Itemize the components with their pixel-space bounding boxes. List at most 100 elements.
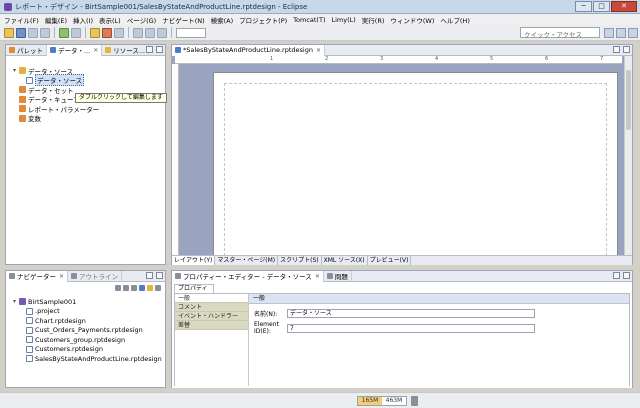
category-general[interactable]: 一般 bbox=[175, 294, 248, 303]
back-icon[interactable] bbox=[133, 27, 143, 38]
tree-item-file[interactable]: Chart.rptdesign bbox=[12, 316, 165, 326]
report-page[interactable] bbox=[213, 72, 618, 255]
run-report-icon[interactable] bbox=[59, 27, 69, 38]
tree-item-project[interactable]: ▾ BirtSample001 bbox=[12, 297, 165, 307]
report-editor: *SalesByStateAndProductLine.rptdesign ✕ … bbox=[171, 44, 633, 265]
tree-item-variables[interactable]: 変数 bbox=[12, 114, 165, 123]
nav-icon[interactable] bbox=[157, 27, 167, 38]
tab-layout[interactable]: レイアウト(Y) bbox=[172, 256, 216, 265]
minimize-panel-icon[interactable] bbox=[146, 272, 153, 279]
new-icon[interactable] bbox=[4, 27, 14, 38]
layout-canvas[interactable]: 1 2 3 4 5 6 7 bbox=[172, 56, 632, 255]
category-event-handler[interactable]: イベント・ハンドラー bbox=[175, 312, 248, 321]
open-perspective-icon[interactable] bbox=[604, 28, 614, 38]
close-tab-icon[interactable]: ✕ bbox=[316, 47, 321, 54]
maximize-panel-icon[interactable] bbox=[156, 272, 163, 279]
category-replace[interactable]: 差替 bbox=[175, 321, 248, 330]
menu-run[interactable]: 実行(R) bbox=[362, 15, 385, 25]
menu-edit[interactable]: 編集(E) bbox=[45, 15, 67, 25]
menu-page[interactable]: ページ(G) bbox=[127, 15, 156, 25]
menu-project[interactable]: プロジェクト(P) bbox=[239, 15, 287, 25]
collapse-icon[interactable]: ▾ bbox=[12, 298, 17, 305]
quick-access-input[interactable]: クイック・アクセス bbox=[520, 27, 600, 39]
editor-tabs: *SalesByStateAndProductLine.rptdesign ✕ bbox=[172, 44, 632, 56]
edit-icon[interactable] bbox=[114, 27, 124, 38]
property-pane: 一般 コメント イベント・ハンドラー 差替 一般 名前(N): データ・ソース … bbox=[174, 293, 630, 386]
tool-icon[interactable] bbox=[102, 27, 112, 38]
open-folder-icon[interactable] bbox=[90, 27, 100, 38]
menu-help[interactable]: ヘルプ(H) bbox=[440, 15, 469, 25]
tab-property-editor[interactable]: プロパティー・エディター - データ・ソース ✕ bbox=[172, 270, 324, 282]
minimize-button[interactable]: ─ bbox=[575, 1, 592, 12]
element-id-input[interactable]: 7 bbox=[287, 323, 535, 333]
data-explorer-tree: ▾ データ・ソース データ・ソース データ・セット データ・キューブ レポート・… bbox=[6, 56, 165, 123]
garbage-collect-icon[interactable] bbox=[411, 396, 418, 406]
collapse-all-icon[interactable] bbox=[139, 284, 145, 291]
forward-icon[interactable] bbox=[145, 27, 155, 38]
preview-icon[interactable] bbox=[71, 27, 81, 38]
tree-item-file[interactable]: Customers_group.rptdesign bbox=[12, 335, 165, 345]
tab-resources[interactable]: リソース... bbox=[102, 44, 150, 56]
tab-palette-label: パレット bbox=[17, 47, 43, 55]
save-icon[interactable] bbox=[16, 27, 26, 38]
tab-report-design[interactable]: *SalesByStateAndProductLine.rptdesign ✕ bbox=[172, 44, 325, 56]
data-sets-folder-icon bbox=[19, 86, 26, 94]
tab-data-explorer[interactable]: データ・... ✕ bbox=[47, 44, 103, 56]
collapse-icon[interactable]: ▾ bbox=[12, 67, 17, 74]
tree-item-file[interactable]: .project bbox=[12, 307, 165, 317]
forward-icon[interactable] bbox=[123, 284, 129, 291]
tab-xml-source[interactable]: XML ソース(X) bbox=[322, 256, 368, 265]
ruler-mark: 5 bbox=[490, 56, 494, 62]
menu-limy[interactable]: Limy(L) bbox=[331, 16, 355, 24]
editor-page-tabs: レイアウト(Y) マスター・ページ(M) スクリプト(S) XML ソース(X)… bbox=[172, 255, 632, 265]
link-editor-icon[interactable] bbox=[147, 284, 153, 291]
back-icon[interactable] bbox=[115, 284, 121, 291]
tab-preview[interactable]: プレビュー(V) bbox=[368, 256, 412, 265]
maximize-panel-icon[interactable] bbox=[623, 46, 630, 53]
ruler-mark: 6 bbox=[545, 56, 549, 62]
tree-item-file[interactable]: Cust_Orders_Payments.rptdesign bbox=[12, 326, 165, 336]
tree-item-data-source-selected[interactable]: データ・ソース bbox=[12, 74, 165, 87]
scrollbar-thumb[interactable] bbox=[626, 70, 631, 130]
property-editor-panel: プロパティー・エディター - データ・ソース ✕ 問題 プロパティー 一般 コメ… bbox=[171, 270, 633, 388]
name-label: 名前(N): bbox=[254, 311, 278, 318]
minimize-panel-icon[interactable] bbox=[146, 46, 153, 53]
minimize-panel-icon[interactable] bbox=[613, 272, 620, 279]
report-design-perspective-icon[interactable] bbox=[616, 28, 626, 38]
save-all-icon[interactable] bbox=[28, 27, 38, 38]
tree-item-file[interactable]: Customers.rptdesign bbox=[12, 345, 165, 355]
close-tab-icon[interactable]: ✕ bbox=[315, 273, 320, 280]
menu-file[interactable]: ファイル(F) bbox=[4, 15, 39, 25]
tab-master-page[interactable]: マスター・ページ(M) bbox=[215, 256, 279, 265]
heap-status[interactable]: 165M 463M bbox=[357, 396, 407, 406]
tab-palette[interactable]: パレット bbox=[6, 44, 47, 56]
close-button[interactable]: ✕ bbox=[611, 1, 637, 12]
menu-tomcat[interactable]: Tomcat(T) bbox=[293, 16, 325, 24]
menu-navigate[interactable]: ナビゲート(N) bbox=[162, 15, 204, 25]
menu-search[interactable]: 検索(A) bbox=[211, 15, 234, 25]
close-tab-icon[interactable]: ✕ bbox=[93, 47, 98, 54]
menu-window[interactable]: ウィンドウ(W) bbox=[390, 15, 434, 25]
name-input[interactable]: データ・ソース bbox=[287, 309, 535, 318]
zoom-combo[interactable] bbox=[176, 27, 206, 38]
tab-script[interactable]: スクリプト(S) bbox=[278, 256, 322, 265]
print-icon[interactable] bbox=[40, 27, 50, 38]
minimize-panel-icon[interactable] bbox=[613, 46, 620, 53]
tab-properties[interactable]: プロパティー bbox=[174, 284, 214, 300]
tab-outline[interactable]: アウトライン bbox=[68, 270, 123, 282]
close-tab-icon[interactable]: ✕ bbox=[59, 273, 64, 280]
up-icon[interactable] bbox=[131, 284, 137, 291]
tree-item-report-parameters[interactable]: レポート・パラメーター bbox=[12, 104, 165, 114]
tab-navigator[interactable]: ナビゲーター ✕ bbox=[6, 270, 69, 282]
view-menu-icon[interactable] bbox=[155, 284, 161, 291]
maximize-panel-icon[interactable] bbox=[156, 46, 163, 53]
editor-vertical-scrollbar[interactable] bbox=[624, 56, 632, 255]
maximize-panel-icon[interactable] bbox=[623, 272, 630, 279]
maximize-button[interactable]: □ bbox=[593, 1, 610, 12]
menu-view[interactable]: 表示(L) bbox=[99, 15, 121, 25]
tab-problems[interactable]: 問題 bbox=[324, 270, 352, 282]
category-comments[interactable]: コメント bbox=[175, 303, 248, 312]
java-perspective-icon[interactable] bbox=[628, 28, 638, 38]
tree-item-file[interactable]: SalesByStateAndProductLine.rptdesign bbox=[12, 354, 165, 364]
menu-insert[interactable]: 挿入(I) bbox=[73, 15, 93, 25]
